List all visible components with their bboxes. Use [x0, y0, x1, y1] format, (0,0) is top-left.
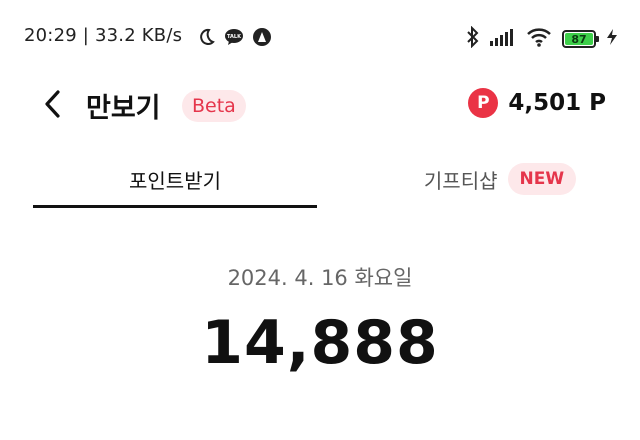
new-badge: NEW	[507, 163, 577, 195]
tab-label: 기프티샵	[423, 168, 498, 193]
charging-icon	[606, 28, 618, 50]
moon-icon	[196, 27, 216, 47]
battery-icon: 87	[562, 30, 599, 48]
active-tab-indicator	[33, 205, 317, 208]
back-button[interactable]	[34, 86, 70, 126]
wifi-icon	[526, 27, 552, 51]
points-balance[interactable]: P 4,501 P	[468, 88, 606, 118]
chevron-left-icon	[42, 89, 62, 123]
svg-text:TALK: TALK	[227, 34, 242, 40]
step-count: 14,888	[201, 308, 439, 378]
beta-badge: Beta	[182, 90, 246, 122]
tab-bar: 포인트받기 기프티샵 NEW	[0, 150, 640, 208]
tab-earn-points[interactable]: 포인트받기	[33, 150, 317, 208]
battery-level: 87	[565, 33, 593, 46]
points-value: 4,501 P	[508, 90, 606, 116]
page-title: 만보기	[86, 93, 161, 124]
system-icons: 87	[466, 25, 618, 52]
app-icon	[252, 27, 272, 47]
notification-icons: TALK	[196, 27, 272, 47]
app-header: 만보기 Beta P 4,501 P	[0, 78, 640, 134]
points-icon: P	[468, 88, 499, 118]
date-label: 2024. 4. 16 화요일	[227, 266, 413, 290]
status-time-speed: 20:29 | 33.2 KB/s	[24, 25, 183, 46]
bluetooth-icon	[466, 25, 480, 52]
tab-label: 포인트받기	[129, 168, 221, 193]
status-bar: 20:29 | 33.2 KB/s TALK 87	[0, 0, 640, 78]
kakaotalk-icon: TALK	[224, 27, 244, 47]
tab-gift-shop[interactable]: 기프티샵 NEW	[390, 150, 610, 208]
signal-icon	[490, 28, 516, 50]
